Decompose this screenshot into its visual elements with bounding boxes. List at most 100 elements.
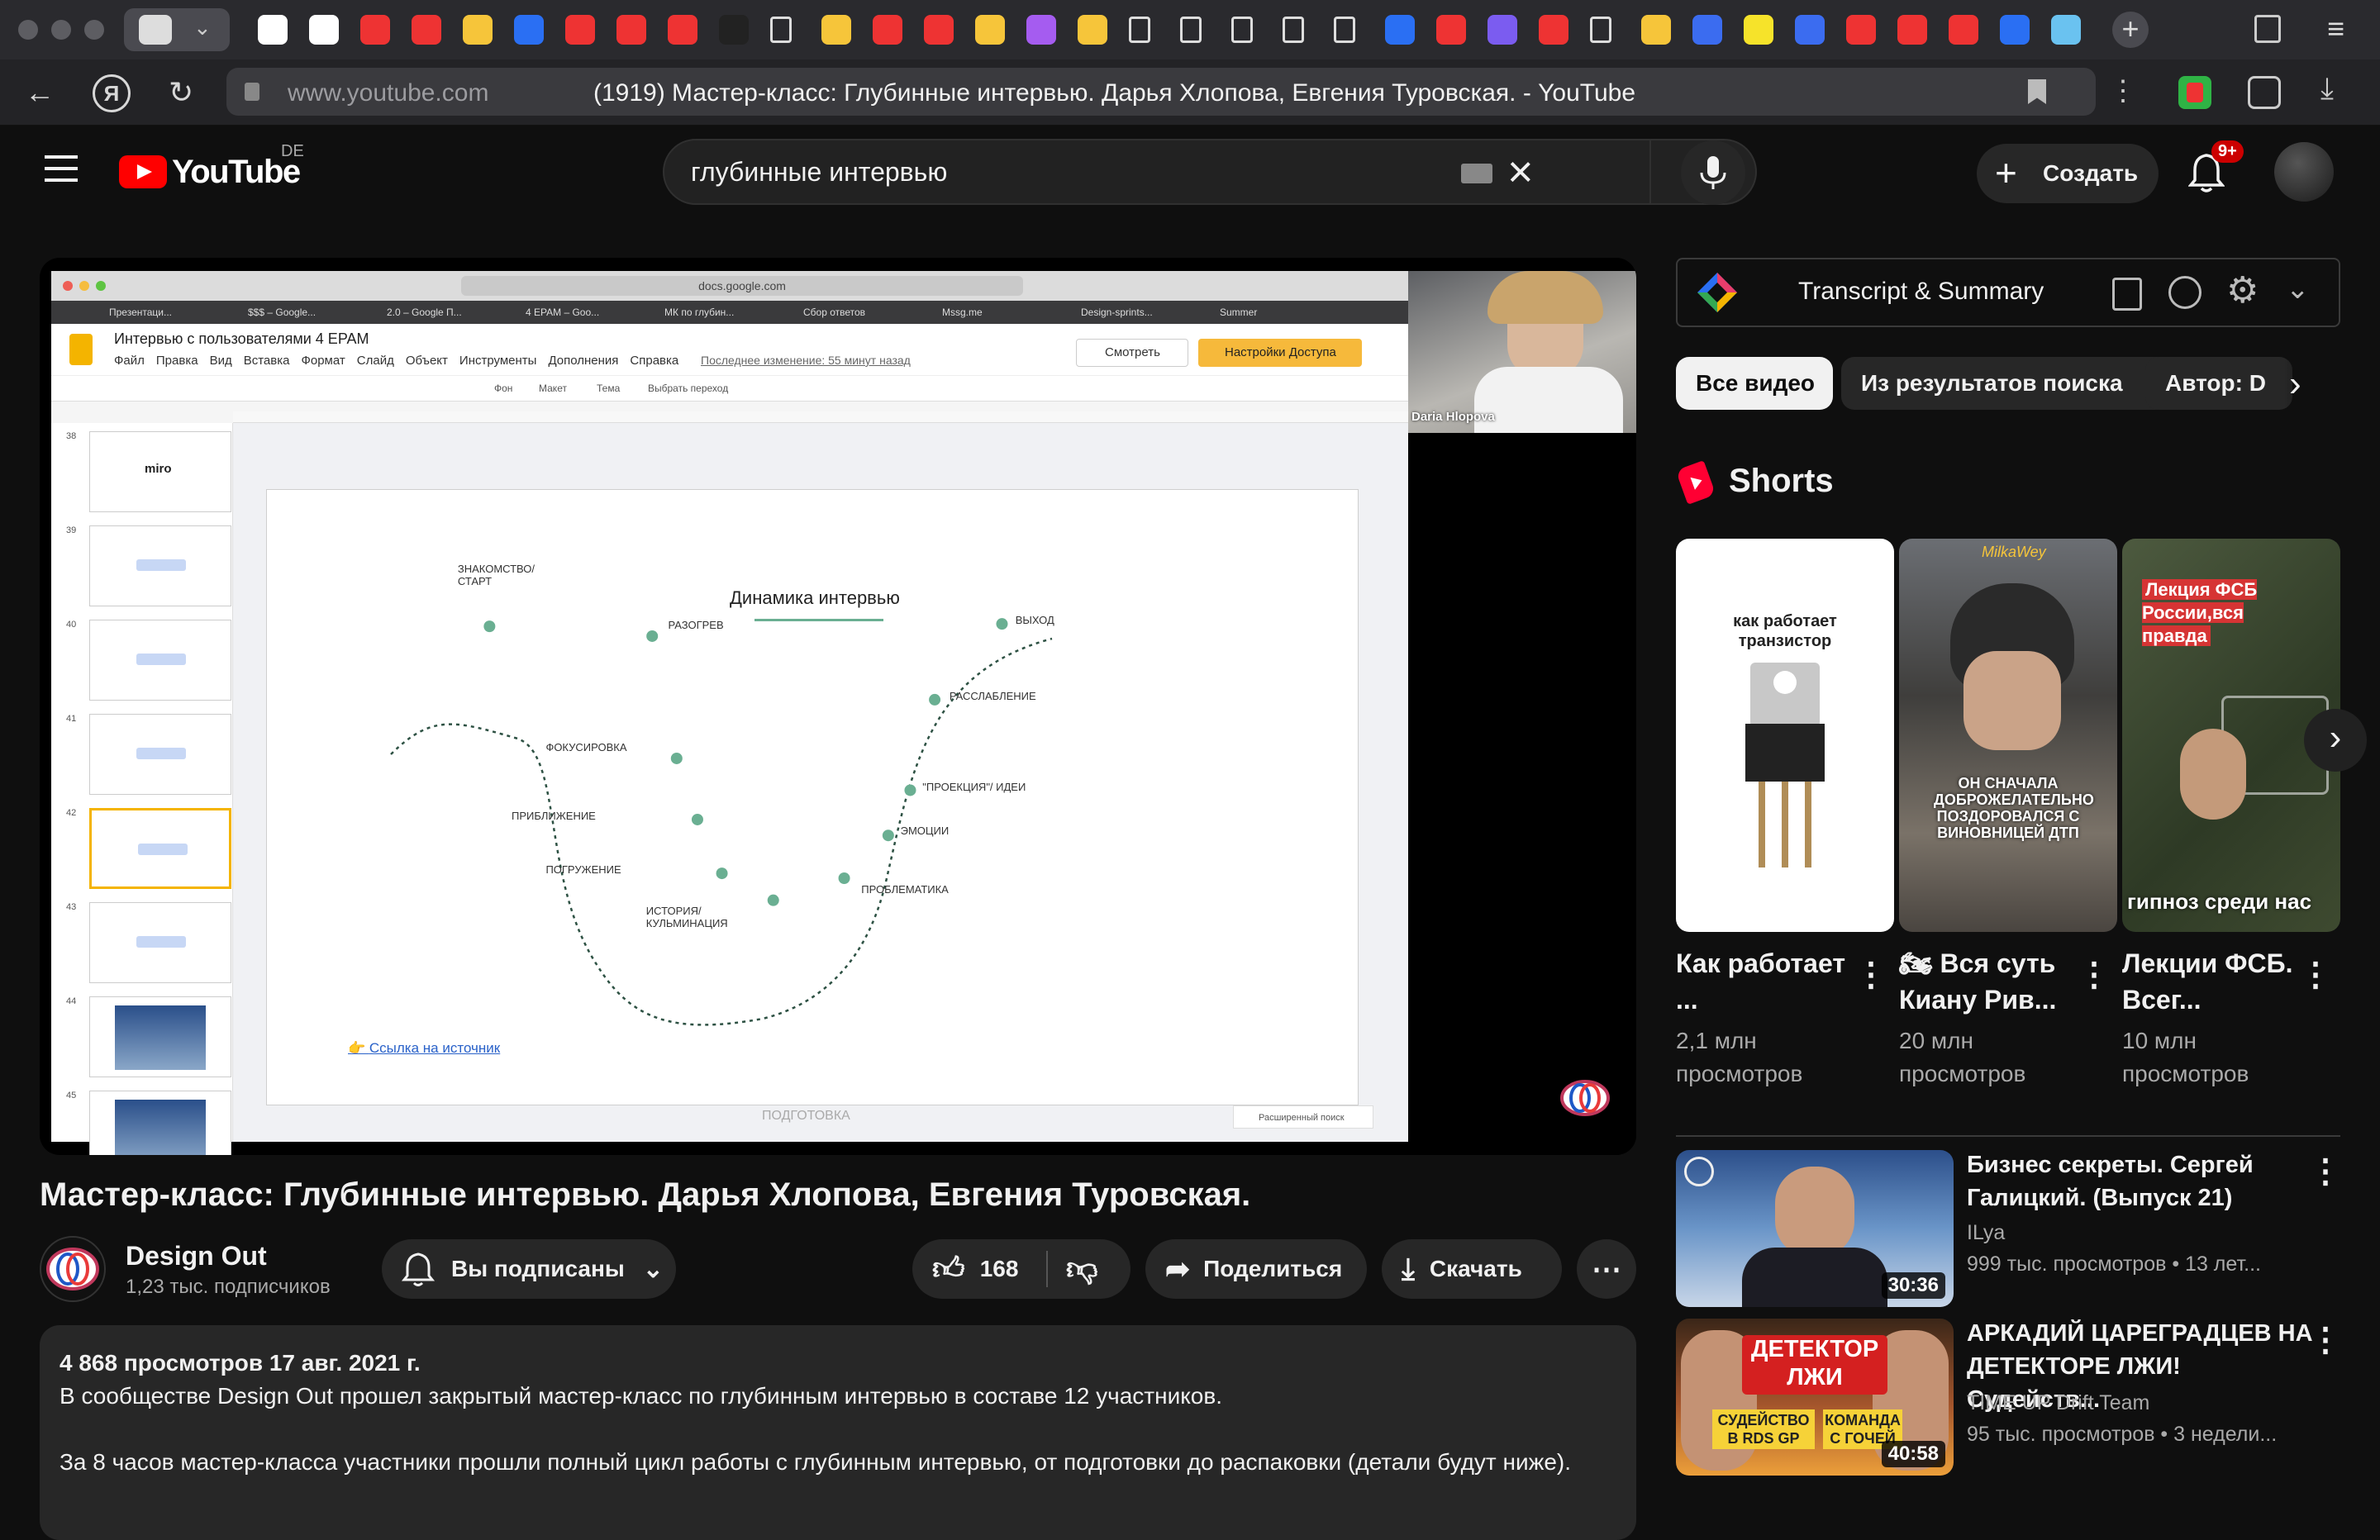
tab-favicon-icon[interactable] [1539, 15, 1568, 45]
video-thumbnail[interactable]: ДЕТЕКТОР ЛЖИ СУДЕЙСТВО В RDS GP КОМАНДА … [1676, 1319, 1954, 1476]
tab-favicon-icon[interactable] [360, 15, 390, 45]
tab-favicon-icon[interactable] [463, 15, 493, 45]
close-window-button[interactable] [18, 20, 38, 40]
video-channel[interactable]: ILya [1967, 1221, 2005, 1245]
avatar[interactable] [2274, 142, 2334, 202]
tab-favicon-icon[interactable] [2000, 15, 2030, 45]
tab-favicon-icon[interactable] [719, 15, 749, 45]
tab-favicon-icon[interactable] [514, 15, 544, 45]
extension-icon[interactable] [2178, 76, 2211, 109]
description-box[interactable]: 4 868 просмотров 17 авг. 2021 г. В сообщ… [40, 1325, 1636, 1540]
settings-gear-icon[interactable]: ⚙ [2226, 269, 2259, 311]
tab-favicon-icon[interactable] [1795, 15, 1825, 45]
slides-doc-title: Интервью с пользователями 4 EPAM [114, 330, 369, 347]
like-button[interactable]: 👍︎ 168 [912, 1239, 1046, 1299]
reload-icon[interactable]: ↻ [169, 76, 193, 109]
video-more-icon[interactable]: ⋮ [2309, 1324, 2342, 1357]
thumbs-down-icon[interactable]: 👎︎ [1066, 1251, 1098, 1288]
tab-favicon-icon[interactable] [1692, 15, 1722, 45]
maximize-window-button[interactable] [84, 20, 104, 40]
tab-favicon-icon[interactable] [565, 15, 595, 45]
tab-favicon-icon[interactable] [770, 17, 792, 43]
tab-favicon-icon[interactable] [1385, 15, 1415, 45]
keyboard-icon[interactable] [1461, 164, 1492, 183]
chip-from-search[interactable]: Из результатов поиска [1841, 357, 2172, 410]
back-icon[interactable]: ← [25, 76, 55, 109]
tab-favicon-icon[interactable] [1129, 17, 1150, 43]
active-tab[interactable]: ⌄ [124, 8, 230, 51]
tab-favicon-icon[interactable] [1026, 15, 1056, 45]
tab-favicon-icon[interactable] [821, 15, 851, 45]
create-button[interactable]: + Создать [1977, 144, 2159, 203]
tab-favicon-icon[interactable] [1334, 17, 1355, 43]
menu-icon[interactable]: ≡ [2327, 12, 2344, 46]
tab-favicon-icon[interactable] [1846, 15, 1876, 45]
clear-search-icon[interactable]: × [1507, 145, 1534, 198]
notifications-button[interactable]: 9+ [2187, 140, 2244, 197]
tab-favicon-icon[interactable] [1744, 15, 1773, 45]
tab-favicon-icon[interactable] [873, 15, 902, 45]
tab-favicon-icon[interactable] [1590, 17, 1611, 43]
video-title[interactable]: Бизнес секреты. Сергей Галицкий. (Выпуск… [1967, 1148, 2297, 1214]
tab-favicon-icon[interactable] [1283, 17, 1304, 43]
tab-favicon-icon[interactable] [1641, 15, 1671, 45]
tab-favicon-icon[interactable] [412, 15, 441, 45]
url-box[interactable]: www.youtube.com (1919) Мастер-класс: Глу… [226, 68, 2096, 116]
bookmark-icon[interactable] [2254, 15, 2281, 43]
video-more-icon[interactable]: ⋮ [2309, 1155, 2342, 1188]
subscribed-button[interactable]: Вы подписаны ⌄ [382, 1239, 676, 1299]
short-title[interactable]: 🏍 Вся суть Киану Рив... [1899, 945, 2073, 1018]
tab-favicon-icon[interactable] [1231, 17, 1253, 43]
shorts-next-button[interactable]: › [2304, 709, 2367, 772]
download-icon[interactable]: ⤓ [2320, 71, 2334, 107]
tab-favicon-icon[interactable] [1436, 15, 1466, 45]
tab-favicon-icon[interactable] [1949, 15, 1978, 45]
chip-author[interactable]: Автор: D [2145, 357, 2292, 410]
minimize-window-button[interactable] [51, 20, 71, 40]
short-thumbnail[interactable]: МilkaWey ОН СНАЧАЛА ДОБРОЖЕЛАТЕЛЬНО ПОЗД… [1899, 539, 2117, 932]
channel-name[interactable]: Design Out [126, 1241, 267, 1271]
extensions-icon[interactable] [2248, 76, 2281, 109]
transcript-summary-panel[interactable]: Transcript & Summary ⚙ ⌄ [1676, 258, 2340, 327]
transcript-icon[interactable] [2112, 278, 2142, 311]
tab-favicon-icon[interactable] [309, 15, 339, 45]
tab-favicon-icon[interactable] [1488, 15, 1517, 45]
tab-favicon-icon[interactable] [668, 15, 697, 45]
search-input[interactable]: глубинные интервью × [663, 139, 1651, 205]
video-player[interactable]: docs.google.com Презентаци... $$$ – Googl… [40, 258, 1636, 1155]
chevron-down-icon[interactable]: ⌄ [2286, 273, 2310, 306]
video-thumbnail[interactable]: 30:36 [1676, 1150, 1954, 1307]
new-tab-button[interactable]: + [2112, 12, 2149, 48]
share-button[interactable]: ➦ Поделиться [1145, 1239, 1367, 1299]
short-title[interactable]: Как работает ... [1676, 945, 1849, 1018]
chatgpt-icon[interactable] [2168, 276, 2202, 309]
voice-search-button[interactable] [1681, 140, 1745, 205]
slides-bookmark: Сбор ответов [803, 307, 866, 318]
tab-favicon-icon[interactable] [975, 15, 1005, 45]
short-more-icon[interactable]: ⋮ [1854, 958, 1887, 991]
short-more-icon[interactable]: ⋮ [2299, 958, 2332, 991]
chips-next-icon[interactable]: › [2289, 364, 2301, 405]
tab-favicon-icon[interactable] [1180, 17, 1202, 43]
short-thumbnail[interactable]: как работает транзистор [1676, 539, 1894, 932]
tab-favicon-icon[interactable] [1897, 15, 1927, 45]
tab-favicon-icon[interactable] [924, 15, 954, 45]
short-more-icon[interactable]: ⋮ [2078, 958, 2111, 991]
short-title[interactable]: Лекции ФСБ. Всег... [2122, 945, 2296, 1018]
more-actions-button[interactable]: ⋯ [1577, 1239, 1636, 1299]
tab-favicon-icon[interactable] [616, 15, 646, 45]
hamburger-menu-icon[interactable] [45, 155, 78, 182]
bookmark-page-icon[interactable] [2028, 79, 2046, 104]
yandex-icon[interactable]: Я [93, 74, 131, 112]
video-channel[interactable]: TIME UP Drift Team [1967, 1391, 2149, 1415]
tab-favicon-icon[interactable] [2051, 15, 2081, 45]
transcript-label: Transcript & Summary [1798, 278, 2044, 305]
shared-screen: docs.google.com Презентаци... $$$ – Googl… [51, 271, 1408, 1155]
chip-all-videos[interactable]: Все видео [1676, 357, 1833, 410]
tab-favicon-icon[interactable] [258, 15, 288, 45]
more-icon[interactable]: ⋮ [2109, 74, 2137, 107]
channel-avatar[interactable] [40, 1236, 106, 1302]
download-button[interactable]: ⤓ Скачать [1382, 1239, 1562, 1299]
transistor-leg [1759, 782, 1765, 867]
tab-favicon-icon[interactable] [1078, 15, 1107, 45]
